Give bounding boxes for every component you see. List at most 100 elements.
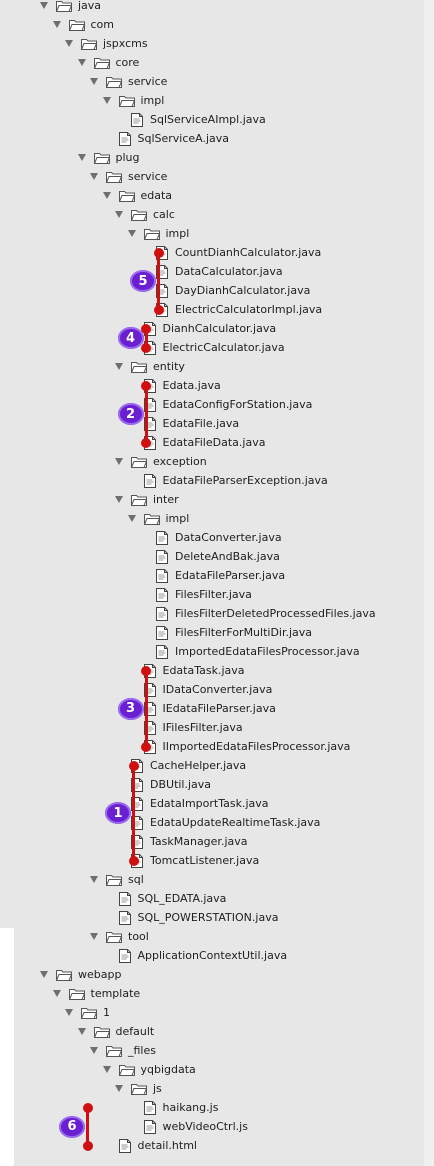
file-icon	[118, 131, 131, 146]
tree-file-row[interactable]: TaskManager.java	[131, 832, 248, 851]
tree-folder-row[interactable]: service	[90, 167, 167, 186]
tree-folder-row[interactable]: webapp	[40, 965, 121, 984]
tree-folder-row[interactable]: yqbigdata	[102, 1060, 196, 1079]
tree-folder-row[interactable]: calc	[115, 205, 175, 224]
tree-folder-row[interactable]: sql	[90, 870, 144, 889]
expand-arrow-icon[interactable]	[102, 192, 111, 199]
tree-file-row[interactable]: DianhCalculator.java	[143, 319, 276, 338]
tree-file-row[interactable]: EdataFileParser.java	[156, 566, 285, 585]
tree-file-row[interactable]: webVideoCtrl.js	[143, 1117, 248, 1136]
expand-arrow-icon[interactable]	[115, 211, 123, 218]
tree-file-row[interactable]: EdataFileData.java	[143, 433, 265, 452]
tree-file-row[interactable]: DataConverter.java	[156, 528, 282, 547]
tree-file-row[interactable]: IDataConverter.java	[143, 680, 272, 699]
tree-file-row[interactable]: DataCalculator.java	[156, 262, 283, 281]
annotation-endpoint	[153, 304, 164, 315]
tree-folder-row[interactable]: com	[52, 15, 114, 34]
tree-file-row[interactable]: SQL_POWERSTATION.java	[118, 908, 278, 927]
tree-file-row[interactable]: FilesFilter.java	[156, 585, 252, 604]
expand-arrow-icon[interactable]	[115, 363, 123, 370]
folder-open-icon	[93, 57, 110, 69]
tree-item-label: edata	[140, 189, 173, 202]
expand-arrow-icon[interactable]	[90, 1047, 98, 1054]
file-icon	[156, 587, 168, 602]
tree-folder-row[interactable]: _files	[90, 1041, 156, 1060]
expand-arrow-icon[interactable]	[115, 458, 123, 465]
expand-arrow-icon[interactable]	[52, 990, 61, 997]
expand-arrow-icon[interactable]	[115, 1085, 123, 1092]
tree-file-row[interactable]: FilesFilterDeletedProcessedFiles.java	[156, 604, 376, 623]
tree-item-label: EdataFileParserException.java	[162, 474, 328, 487]
expand-arrow-icon[interactable]	[90, 933, 98, 940]
tree-file-row[interactable]: EdataImportTask.java	[131, 794, 269, 813]
folder-open-icon	[55, 969, 73, 981]
expand-arrow-icon[interactable]	[77, 154, 86, 161]
tree-folder-row[interactable]: default	[77, 1022, 154, 1041]
tree-file-row[interactable]: EdataFileParserException.java	[143, 471, 328, 490]
expand-arrow-icon[interactable]	[115, 496, 123, 503]
tree-file-row[interactable]: TomcatListener.java	[131, 851, 259, 870]
expand-arrow-icon[interactable]	[65, 1009, 73, 1016]
tree-file-row[interactable]: IEdataFileParser.java	[143, 699, 276, 718]
tree-file-row[interactable]: SQL_EDATA.java	[118, 889, 226, 908]
tree-item-label: DayDianhCalculator.java	[175, 284, 311, 297]
expand-arrow-icon[interactable]	[65, 40, 73, 47]
expand-arrow-icon[interactable]	[127, 515, 136, 522]
tree-folder-row[interactable]: exception	[115, 452, 207, 471]
tree-file-row[interactable]: CacheHelper.java	[131, 756, 246, 775]
expand-arrow-icon[interactable]	[90, 876, 98, 883]
expand-arrow-icon[interactable]	[90, 173, 98, 180]
tree-folder-row[interactable]: tool	[90, 927, 149, 946]
tree-folder-row[interactable]: 1	[65, 1003, 110, 1022]
expand-arrow-icon[interactable]	[77, 1028, 86, 1035]
tree-file-row[interactable]: EdataUpdateRealtimeTask.java	[131, 813, 320, 832]
tree-folder-row[interactable]: js	[115, 1079, 162, 1098]
tree-file-row[interactable]: IImportedEdataFilesProcessor.java	[143, 737, 350, 756]
tree-folder-row[interactable]: plug	[77, 148, 140, 167]
tree-folder-row[interactable]: entity	[115, 357, 185, 376]
tree-folder-row[interactable]: impl	[127, 224, 189, 243]
expand-arrow-icon[interactable]	[52, 21, 61, 28]
tree-file-row[interactable]: IFilesFilter.java	[143, 718, 243, 737]
tree-file-row[interactable]: haikang.js	[143, 1098, 218, 1117]
tree-file-row[interactable]: ImportedEdataFilesProcessor.java	[156, 642, 360, 661]
tree-folder-row[interactable]: core	[77, 53, 139, 72]
tree-file-row[interactable]: Edata.java	[143, 376, 221, 395]
tree-file-row[interactable]: DBUtil.java	[131, 775, 211, 794]
tree-file-row[interactable]: CountDianhCalculator.java	[156, 243, 321, 262]
expand-arrow-icon[interactable]	[40, 2, 48, 9]
expand-arrow-icon[interactable]	[40, 971, 48, 978]
tree-item-label: ElectricCalculator.java	[162, 341, 285, 354]
tree-file-row[interactable]: SqlServiceAImpl.java	[131, 110, 266, 129]
tree-folder-row[interactable]: edata	[102, 186, 173, 205]
tree-folder-row[interactable]: service	[90, 72, 167, 91]
tree-folder-row[interactable]: java	[40, 0, 101, 15]
tree-folder-row[interactable]: inter	[115, 490, 179, 509]
tree-folder-row[interactable]: template	[52, 984, 140, 1003]
expand-arrow-icon[interactable]	[90, 78, 98, 85]
expand-arrow-icon[interactable]	[102, 1066, 111, 1073]
expand-arrow-icon[interactable]	[127, 230, 136, 237]
tree-file-row[interactable]: DeleteAndBak.java	[156, 547, 280, 566]
tree-file-row[interactable]: ElectricCalculatorImpl.java	[156, 300, 322, 319]
tree-folder-row[interactable]: impl	[102, 91, 164, 110]
tree-file-row[interactable]: EdataFile.java	[143, 414, 239, 433]
annotation-number-badge: 4	[117, 327, 144, 349]
folder-open-icon	[105, 171, 123, 183]
tree-file-row[interactable]: detail.html	[118, 1136, 197, 1155]
tree-file-row[interactable]: EdataTask.java	[143, 661, 245, 680]
tree-file-row[interactable]: FilesFilterForMultiDir.java	[156, 623, 312, 642]
tree-file-row[interactable]: ApplicationContextUtil.java	[118, 946, 287, 965]
annotation-number-badge: 5	[130, 270, 156, 292]
tree-folder-row[interactable]: jspxcms	[65, 34, 148, 53]
annotation-number-badge: 3	[117, 697, 144, 720]
tree-folder-row[interactable]: impl	[127, 509, 189, 528]
tree-file-row[interactable]: ElectricCalculator.java	[143, 338, 285, 357]
annotation-bracket	[132, 765, 135, 861]
expand-arrow-icon[interactable]	[102, 97, 111, 104]
tree-file-row[interactable]: EdataConfigForStation.java	[143, 395, 312, 414]
annotation-endpoint	[141, 665, 151, 676]
expand-arrow-icon[interactable]	[77, 59, 86, 66]
tree-file-row[interactable]: DayDianhCalculator.java	[156, 281, 310, 300]
tree-file-row[interactable]: SqlServiceA.java	[118, 129, 229, 148]
